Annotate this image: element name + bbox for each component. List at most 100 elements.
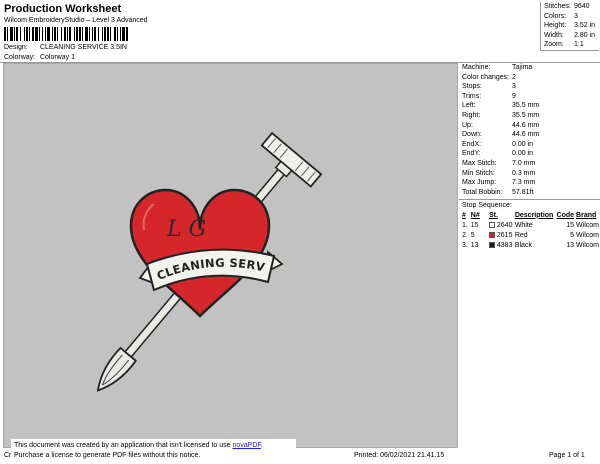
property-row: Down: 44.6 mm bbox=[459, 130, 600, 140]
table-cell: 1. bbox=[461, 220, 470, 230]
property-key: Max Stitch: bbox=[462, 159, 497, 167]
summary-value: 9640 bbox=[574, 3, 590, 10]
summary-key: Zoom: bbox=[544, 41, 564, 48]
notice-text: . bbox=[260, 442, 263, 449]
property-value: 7.0 mm bbox=[512, 159, 536, 167]
property-row: Min Stitch: 0.3 mm bbox=[459, 169, 600, 179]
cell-text: 13 bbox=[470, 241, 479, 249]
property-row: Left: 35.5 mm bbox=[459, 101, 600, 111]
notice-text: This document was created by an applicat… bbox=[14, 442, 233, 449]
design-label: Design: bbox=[4, 44, 28, 51]
software-subtitle: Wilcom EmbroideryStudio – Level 3 Advanc… bbox=[4, 17, 148, 24]
property-value: 35.5 mm bbox=[512, 111, 540, 119]
table-cell: Red bbox=[514, 230, 556, 240]
paintbrush-tip-icon bbox=[96, 346, 138, 392]
cell-text: 2640 bbox=[496, 221, 513, 229]
cell-text: 2. bbox=[462, 231, 468, 239]
property-key: Total Bobbin: bbox=[462, 188, 503, 196]
summary-row: Zoom: 1:1 bbox=[541, 40, 599, 50]
notice-line-1: This document was created by an applicat… bbox=[14, 441, 293, 451]
color-swatch bbox=[488, 241, 495, 248]
page-number: Page 1 of 1 bbox=[549, 452, 585, 459]
property-key: Trims: bbox=[462, 92, 482, 100]
embroidery-design: L G CLEANING SERVICE bbox=[4, 64, 323, 392]
property-row: Stops: 3 bbox=[459, 82, 600, 92]
design-preview: L G CLEANING SERVICE bbox=[3, 63, 458, 448]
property-key: Down: bbox=[462, 131, 482, 139]
property-row: Total Bobbin: 57.81ft bbox=[459, 188, 600, 198]
table-cell: 15 bbox=[470, 220, 488, 230]
summary-row: Stitches: 9640 bbox=[541, 2, 599, 12]
printed-timestamp: Printed: 06/02/2021 21.41.15 bbox=[354, 452, 445, 459]
cell-text: 5 bbox=[470, 231, 475, 239]
table-cell: White bbox=[514, 220, 556, 230]
cell-text: 4383 bbox=[496, 241, 513, 249]
colorway-label: Colorway: bbox=[4, 54, 36, 61]
summary-row: Height: 3.52 in bbox=[541, 21, 599, 31]
license-notice: This document was created by an applicat… bbox=[11, 439, 296, 464]
monogram-text: L G bbox=[166, 217, 206, 242]
property-key: EndX: bbox=[462, 140, 482, 148]
cell-text: Black bbox=[514, 241, 532, 249]
summary-box: Stitches: 9640 Colors: 3 Height: 3.52 in Wi… bbox=[540, 2, 599, 51]
col-header: St. bbox=[488, 211, 498, 219]
stop-sequence-table: # N# St. Description Code Brand 1. 15 264… bbox=[461, 210, 600, 250]
property-value: 44.6 mm bbox=[512, 131, 540, 139]
table-cell: 13 bbox=[556, 240, 576, 250]
property-value: Tajima bbox=[512, 64, 533, 71]
table-cell: 2. bbox=[461, 230, 470, 240]
summary-value: 3.52 in bbox=[574, 22, 596, 29]
cell-text: 15 bbox=[470, 221, 479, 229]
col-header: N# bbox=[470, 211, 480, 219]
table-cell: 3. bbox=[461, 240, 470, 250]
table-cell: 13 bbox=[470, 240, 488, 250]
property-row: Machine: Tajima bbox=[459, 63, 600, 73]
barcode bbox=[4, 27, 228, 41]
table-cell: 15 bbox=[556, 220, 576, 230]
summary-key: Colors: bbox=[544, 12, 567, 20]
cell-text: Wilcom bbox=[576, 221, 599, 229]
summary-value: 3 bbox=[574, 12, 578, 20]
property-row: Max Jump: 7.3 mm bbox=[459, 178, 600, 188]
cell-text: 5 bbox=[570, 231, 575, 239]
table-row: 2. 5 2615 Red 5 Wilcom bbox=[461, 230, 600, 240]
property-key: EndY: bbox=[462, 150, 481, 158]
cell-text: 3. bbox=[462, 241, 468, 249]
property-row: EndX: 0.00 in bbox=[459, 140, 600, 150]
property-key: Right: bbox=[462, 111, 481, 119]
property-row: Max Stitch: 7.0 mm bbox=[459, 159, 600, 169]
summary-key: Height: bbox=[544, 22, 567, 29]
property-key: Left: bbox=[462, 102, 476, 110]
property-key: Color changes: bbox=[462, 73, 510, 81]
summary-row: Colors: 3 bbox=[541, 12, 599, 22]
col-header: # bbox=[462, 211, 466, 219]
cell-text: White bbox=[514, 221, 533, 229]
cell-text: 2615 bbox=[496, 231, 513, 239]
property-row: Color changes: 2 bbox=[459, 73, 600, 83]
properties-panel: Machine: Tajima Color changes: 2 Stops: 3 Trim… bbox=[459, 63, 600, 250]
property-key: Machine: bbox=[462, 64, 491, 71]
col-header: Brand bbox=[576, 211, 597, 219]
table-row: 3. 13 4383 Black 13 Wilcom bbox=[461, 240, 600, 250]
colorway-value: Colorway 1 bbox=[39, 54, 75, 61]
table-cell: 5 bbox=[556, 230, 576, 240]
property-value: 44.6 mm bbox=[512, 121, 540, 129]
property-value: 0.00 in bbox=[512, 150, 534, 158]
property-key: Min Stitch: bbox=[462, 169, 495, 177]
property-row: EndY: 0.00 in bbox=[459, 149, 600, 159]
property-value: 0.00 in bbox=[512, 140, 534, 148]
design-value: CLEANING SERVICE 3.5IN bbox=[39, 44, 127, 51]
summary-value: 2.80 in bbox=[574, 31, 596, 39]
table-cell: 2615 bbox=[488, 230, 514, 240]
property-value: 2 bbox=[512, 73, 516, 81]
design-row: Design: CLEANING SERVICE 3.5IN bbox=[4, 44, 127, 51]
notice-line-2: Purchase a license to generate PDF files… bbox=[14, 452, 201, 459]
summary-key: Width: bbox=[544, 31, 564, 39]
novapdf-link[interactable]: novaPDF bbox=[232, 442, 260, 449]
property-value: 3 bbox=[512, 83, 516, 91]
col-header: Description bbox=[514, 211, 554, 219]
table-cell: Black bbox=[514, 240, 556, 250]
colorway-row: Colorway: Colorway 1 bbox=[4, 54, 75, 61]
property-value: 7.3 mm bbox=[512, 179, 536, 187]
property-key: Max Jump: bbox=[462, 179, 497, 187]
